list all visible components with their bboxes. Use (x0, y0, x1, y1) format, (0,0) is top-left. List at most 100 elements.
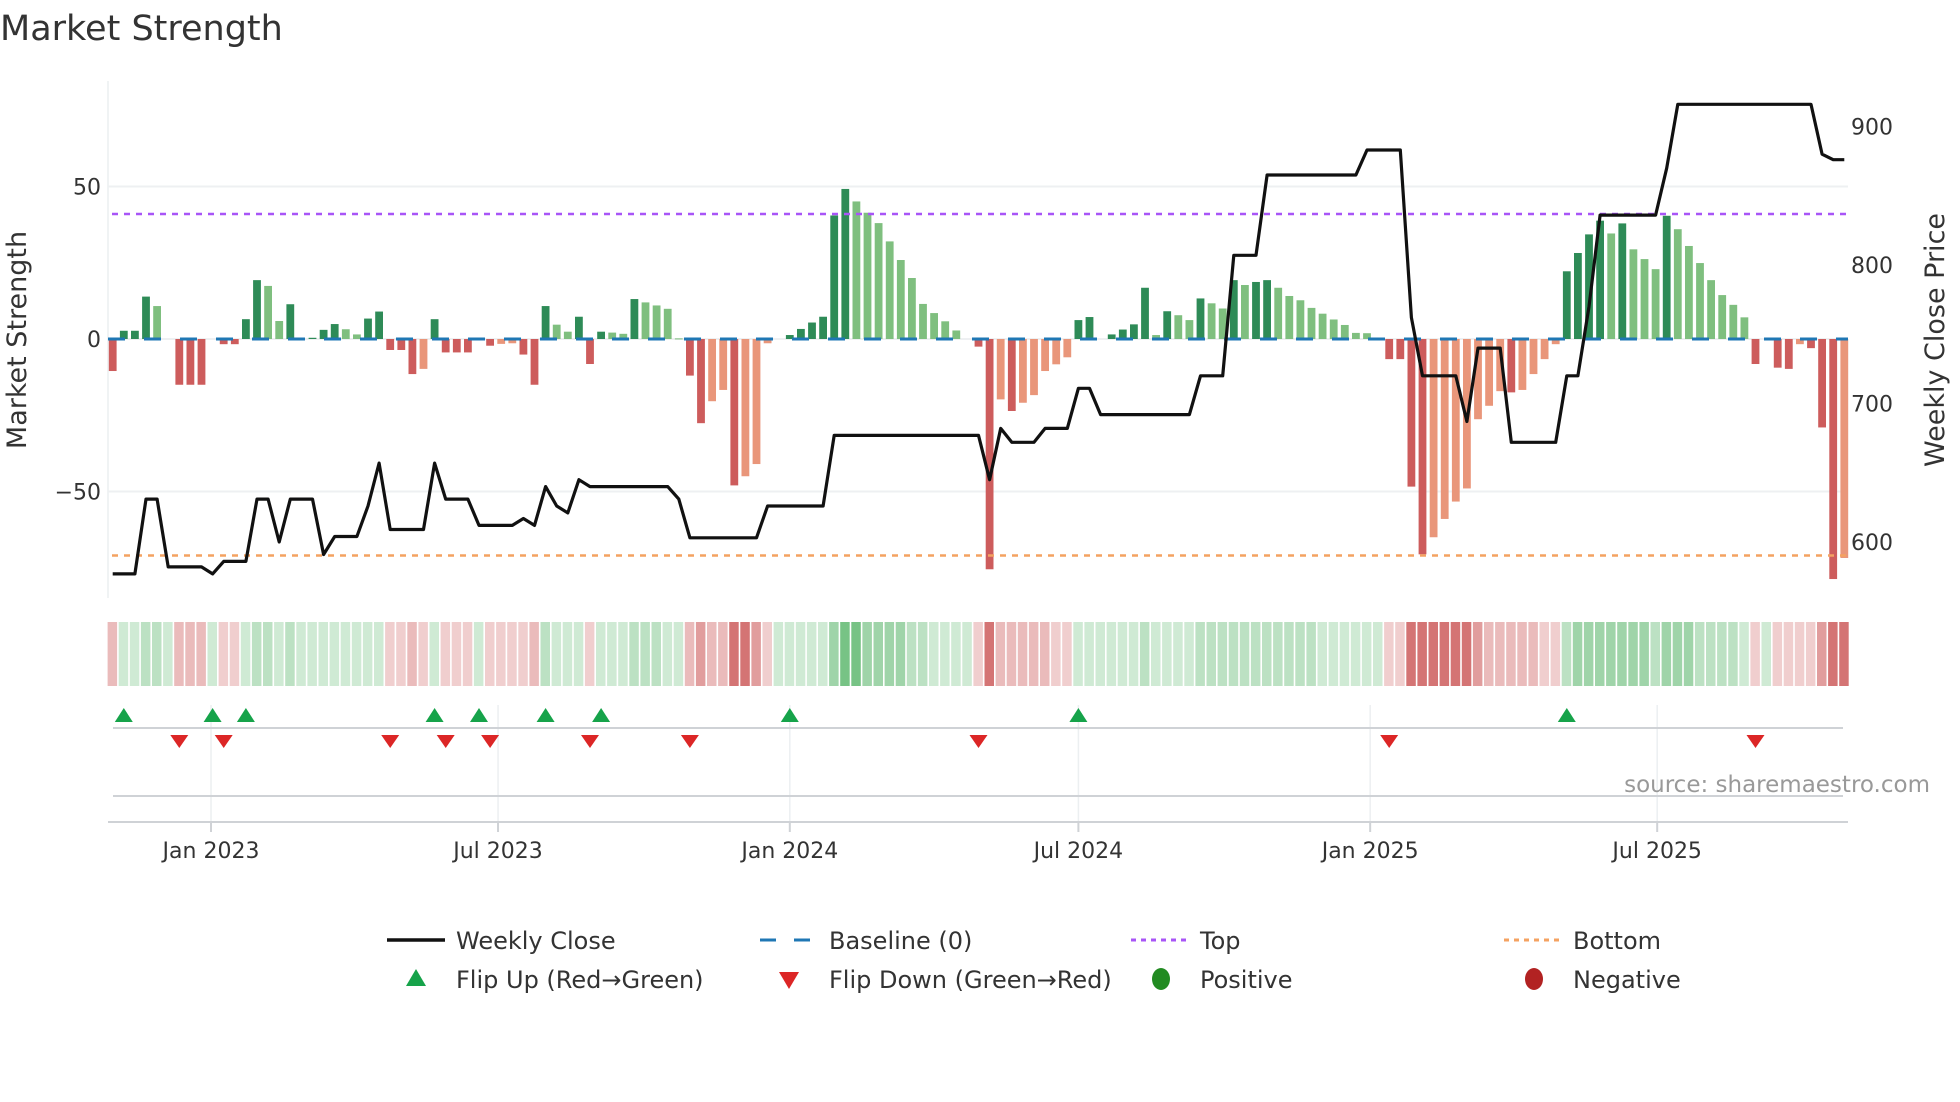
strength-bar (730, 339, 739, 486)
legend-item: Bottom (1504, 927, 1661, 955)
strip-cell (884, 622, 895, 686)
strip-cell (1683, 622, 1694, 686)
flip-down-marker (481, 735, 500, 748)
strip-cell (362, 622, 373, 686)
strip-cell (1728, 622, 1738, 686)
strength-bar (275, 321, 284, 339)
strip-cell (1805, 622, 1816, 686)
strength-bar (1285, 295, 1294, 339)
flip-up-marker (536, 708, 555, 722)
strip-cell (296, 622, 306, 686)
strip-cell (1262, 622, 1272, 686)
legend-label: Flip Up (Red→Green) (456, 966, 704, 994)
strip-cell (1750, 622, 1760, 686)
strip-cell (229, 622, 240, 686)
strength-bar (1407, 339, 1416, 487)
strip-cell (840, 622, 850, 686)
strip-cell (462, 622, 473, 686)
strength-bar (364, 318, 372, 339)
strip-cell (818, 622, 828, 686)
strength-bar (1540, 339, 1549, 360)
strength-bar (1840, 339, 1849, 558)
strip-cell (951, 622, 961, 686)
strength-bar (1318, 313, 1327, 339)
strip-cell (496, 622, 506, 686)
strip-cell (1328, 622, 1339, 686)
strip-cell (1295, 622, 1305, 686)
strength-bar (1352, 332, 1360, 339)
strip-cell (673, 622, 684, 686)
strength-bar (131, 330, 139, 339)
legend-label: Weekly Close (456, 927, 616, 955)
strip-cell (163, 622, 173, 686)
strip-cell (1595, 622, 1605, 686)
strip-cell (1395, 622, 1405, 686)
strip-cell (940, 622, 950, 686)
flip-down-marker (436, 735, 455, 748)
strength-bar (597, 331, 605, 339)
strip-cell (1217, 622, 1228, 686)
chart-title: Market Strength (0, 9, 283, 49)
strength-bar (586, 339, 594, 365)
strip-cell (1184, 622, 1194, 686)
strip-cell (1661, 622, 1672, 686)
strength-bar (1296, 300, 1305, 339)
strip-cell (729, 622, 739, 686)
strip-cell (740, 622, 750, 686)
strip-cell (962, 622, 972, 686)
strength-bar (1141, 287, 1149, 339)
strip-cell (1040, 622, 1050, 686)
strip-cell (1117, 622, 1128, 686)
strength-bar (286, 304, 295, 339)
strip-cell (596, 622, 606, 686)
strength-bar (530, 339, 539, 385)
legend-label: Flip Down (Green→Red) (829, 966, 1112, 994)
strip-cell (1794, 622, 1805, 686)
strength-bar (408, 339, 417, 375)
strip-cell (995, 622, 1006, 686)
strip-cell (640, 622, 650, 686)
strip-cell (385, 622, 395, 686)
x-tick-label: Jan 2023 (161, 839, 260, 864)
strength-bar (896, 260, 905, 339)
strength-bar (430, 319, 439, 339)
strip-cell (1228, 622, 1239, 686)
flip-up-marker (470, 708, 488, 722)
strength-bar (1696, 263, 1704, 339)
strength-bar (341, 329, 350, 339)
strength-bar (1063, 339, 1072, 358)
strip-cell (274, 622, 284, 686)
strip-cell (607, 622, 617, 686)
strength-bar (197, 339, 206, 385)
strength-bar (1829, 339, 1838, 580)
strip-cell (1517, 622, 1527, 686)
strip-cell (418, 622, 428, 686)
strength-bar (841, 188, 850, 339)
strength-bar (852, 201, 861, 339)
strip-cell (1151, 622, 1161, 686)
triangle-up-icon (406, 969, 426, 986)
strength-bar (1019, 339, 1027, 403)
flip-up-marker (114, 708, 133, 722)
strength-bar (1396, 339, 1405, 360)
strip-cell (1162, 622, 1172, 686)
strip-cell (1206, 622, 1216, 686)
strip-cell (429, 622, 439, 686)
strip-cell (1717, 622, 1727, 686)
strength-bar (1130, 324, 1138, 339)
strength-bar (1041, 339, 1049, 372)
strength-bar (1196, 298, 1205, 339)
strip-cell (1239, 622, 1250, 686)
legend-item: Positive (1152, 966, 1293, 994)
strength-bar (1662, 215, 1671, 339)
strength-bar (1818, 339, 1826, 428)
strip-cell (473, 622, 484, 686)
strip-cell (984, 622, 994, 686)
y2-tick-label: 800 (1851, 254, 1893, 279)
strength-bar (741, 339, 750, 477)
strip-cell (1062, 622, 1072, 686)
strength-bar (1241, 285, 1249, 339)
source-label: source: sharemaestro.com (1624, 772, 1930, 798)
strength-bar (397, 339, 406, 350)
strength-bar (1740, 317, 1749, 339)
